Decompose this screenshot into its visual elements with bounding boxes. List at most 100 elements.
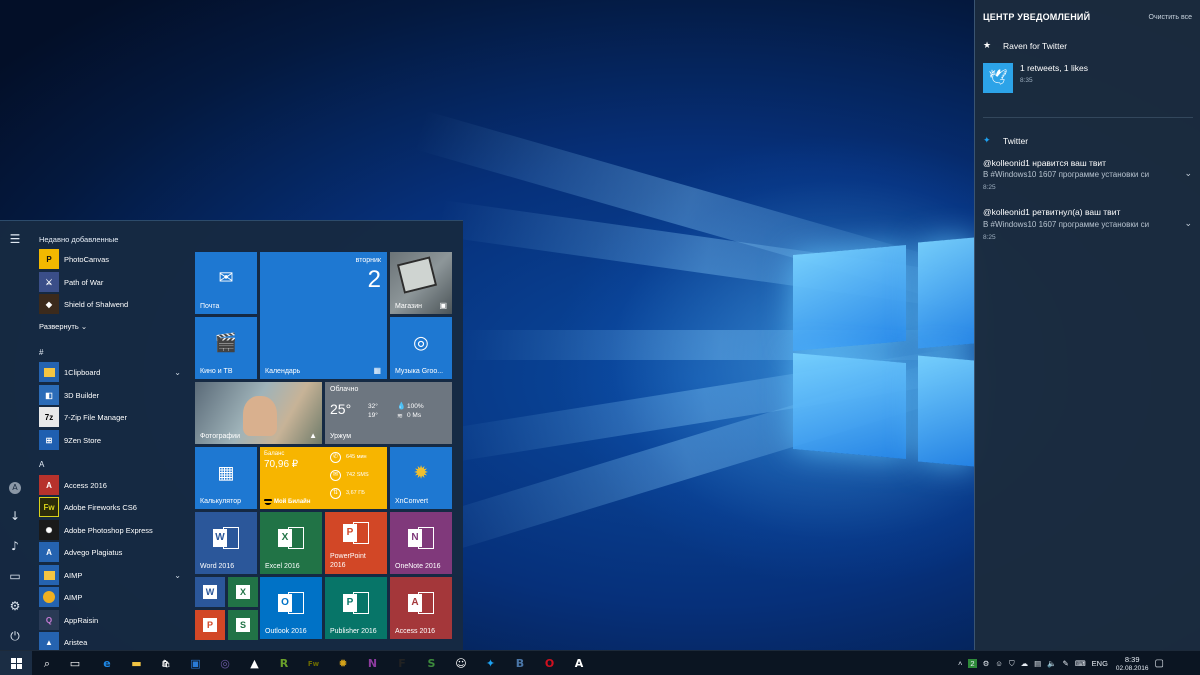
notification-text[interactable]: @kolleonid1 ретвитнул(а) ваш твит: [983, 207, 1120, 217]
start-left-rail: ☰ A ↓ ♪ ▭ ⚙ ⏻: [0, 221, 30, 651]
tile-mini-sway[interactable]: S: [228, 610, 258, 640]
expand-button[interactable]: Развернуть ⌄: [39, 322, 87, 331]
tile-mini-excel[interactable]: X: [228, 577, 258, 607]
store-photo: [396, 256, 438, 294]
language-indicator[interactable]: ENG: [1092, 659, 1108, 668]
app-label: 1Clipboard: [64, 367, 101, 377]
list-item-7zip[interactable]: 7z 7-Zip File Manager: [39, 407, 187, 427]
tile-mini-word[interactable]: W: [195, 577, 225, 607]
taskbar-app-button[interactable]: ☺: [446, 651, 476, 675]
tile-my-beeline[interactable]: Баланс 70,96 ₽ ✆ 645 мин ✉ 742 SMS ⇅ 3,6…: [260, 447, 387, 509]
shield-icon: ◆: [39, 294, 59, 314]
section-letter[interactable]: A: [39, 460, 44, 469]
list-item-9zen-store[interactable]: ⊞ 9Zen Store: [39, 430, 187, 450]
chevron-down-icon[interactable]: ⌄: [1184, 218, 1192, 229]
power-icon[interactable]: ⏻: [4, 625, 26, 647]
list-item-access[interactable]: A Access 2016: [39, 475, 187, 495]
smiley-icon[interactable]: ☺: [995, 659, 1003, 668]
notification-group-header[interactable]: ★ Raven for Twitter: [983, 41, 1067, 51]
network-icon[interactable]: ▤: [1034, 659, 1041, 668]
access-icon: A: [408, 592, 434, 615]
keyboard-icon[interactable]: ⌨: [1075, 659, 1086, 668]
notification-group-header[interactable]: ✦ Twitter: [983, 136, 1028, 146]
taskbar-app-button[interactable]: ▣: [181, 651, 211, 675]
chevron-down-icon[interactable]: ⌄: [174, 571, 181, 580]
chevron-down-icon[interactable]: ⌄: [1184, 168, 1192, 179]
tile-calculator[interactable]: ▦ Калькулятор: [195, 447, 257, 509]
tile-mini-powerpoint[interactable]: P: [195, 610, 225, 640]
list-item-appraisin[interactable]: Q AppRaisin: [39, 610, 187, 630]
pictures-folder-icon[interactable]: ▭: [4, 565, 26, 587]
tile-access[interactable]: A Access 2016: [390, 577, 452, 639]
tile-word[interactable]: W Word 2016: [195, 512, 257, 574]
list-item-aimp-folder[interactable]: AIMP ⌄: [39, 565, 187, 585]
notification-text[interactable]: @kolleonid1 нравится ваш твит: [983, 158, 1106, 168]
tile-excel[interactable]: X Excel 2016: [260, 512, 322, 574]
shield-icon[interactable]: ⛉: [1009, 659, 1015, 669]
app-label: 7-Zip File Manager: [64, 412, 127, 422]
volume-icon[interactable]: 🔈: [1047, 659, 1056, 668]
store-icon: 🛍: [161, 659, 171, 668]
taskbar-app-button[interactable]: ◎: [210, 651, 240, 675]
list-item-path-of-war[interactable]: ⚔ Path of War: [39, 272, 187, 292]
list-item-shield-of-shalwend[interactable]: ◆ Shield of Shalwend: [39, 294, 187, 314]
chevron-down-icon[interactable]: ⌄: [174, 368, 181, 377]
list-item-advego[interactable]: A Advego Plagiatus: [39, 542, 187, 562]
task-view-icon[interactable]: ▭: [60, 651, 90, 675]
list-item-photoshop-express[interactable]: ✺ Adobe Photoshop Express: [39, 520, 187, 540]
tile-movies[interactable]: 🎬 Кино и ТВ: [195, 317, 257, 379]
taskbar-app-button[interactable]: A: [564, 651, 594, 675]
tile-store[interactable]: Магазин ▣: [390, 252, 452, 314]
tile-powerpoint[interactable]: P PowerPoint 2016: [325, 512, 387, 574]
downloads-icon[interactable]: ↓: [4, 505, 26, 527]
list-item-photocanvas[interactable]: P PhotoCanvas: [39, 249, 187, 269]
tile-publisher[interactable]: P Publisher 2016: [325, 577, 387, 639]
pen-icon[interactable]: ✎: [1063, 659, 1069, 668]
notifications-icon[interactable]: ▢: [1154, 658, 1163, 669]
taskbar-app-button[interactable]: Fw: [299, 651, 329, 675]
search-icon[interactable]: ⌕: [32, 651, 62, 675]
taskbar-app-button[interactable]: N: [358, 651, 388, 675]
taskbar-app-button[interactable]: e: [92, 651, 122, 675]
clear-all-button[interactable]: Очистить все: [1149, 14, 1192, 21]
user-avatar-icon[interactable]: A: [4, 475, 26, 497]
tile-weather[interactable]: Облачно 25° 32° 19° 💧 100% ≋ 0 Ms Уржум: [325, 382, 452, 444]
list-item-fireworks[interactable]: Fw Adobe Fireworks CS6: [39, 497, 187, 517]
tray-app-icon[interactable]: ⚙: [983, 659, 990, 668]
tile-onenote[interactable]: N OneNote 2016: [390, 512, 452, 574]
tray-badge[interactable]: 2: [968, 659, 977, 668]
sway-icon: S: [236, 618, 250, 632]
clock[interactable]: 8:39 02.08.2016: [1116, 655, 1149, 673]
weather-high: 32°: [368, 403, 378, 410]
notification-text[interactable]: 1 retweets, 1 likes: [1020, 63, 1088, 73]
cloud-icon[interactable]: ☁: [1021, 659, 1029, 668]
section-letter[interactable]: #: [39, 348, 43, 357]
taskbar-app-button[interactable]: ✦: [476, 651, 506, 675]
tile-groove-music[interactable]: ◎ Музыка Groo...: [390, 317, 452, 379]
tile-calendar[interactable]: вторник 2 Календарь ▦: [260, 252, 387, 379]
music-folder-icon[interactable]: ♪: [4, 535, 26, 557]
taskbar-app-button[interactable]: ✹: [328, 651, 358, 675]
list-item-aristea[interactable]: ▲ Aristea: [39, 632, 187, 652]
start-button[interactable]: [0, 651, 32, 675]
list-item-aimp[interactable]: AIMP: [39, 587, 187, 607]
chevron-up-icon[interactable]: ˄: [958, 659, 962, 668]
list-item-3d-builder[interactable]: ◧ 3D Builder: [39, 385, 187, 405]
tile-photos[interactable]: Фотографии ▲: [195, 382, 322, 444]
settings-gear-icon[interactable]: ⚙: [4, 595, 26, 617]
hamburger-menu-icon[interactable]: ☰: [4, 228, 26, 250]
tile-mail[interactable]: ✉ Почта: [195, 252, 257, 314]
taskbar-app-button[interactable]: O: [535, 651, 565, 675]
edge-icon: e: [103, 657, 111, 670]
taskbar-app-button[interactable]: ▬: [122, 651, 152, 675]
taskbar-app-button[interactable]: 🛍: [151, 651, 181, 675]
taskbar-app-button[interactable]: S: [417, 651, 447, 675]
taskbar-app-button[interactable]: B: [505, 651, 535, 675]
taskbar-app-button[interactable]: R: [269, 651, 299, 675]
list-item-1clipboard[interactable]: 1Clipboard ⌄: [39, 362, 187, 382]
taskbar-app-button[interactable]: F: [387, 651, 417, 675]
app-label: AIMP: [64, 592, 83, 602]
tile-outlook[interactable]: O Outlook 2016: [260, 577, 322, 639]
tile-xnconvert[interactable]: ✹ XnConvert: [390, 447, 452, 509]
taskbar-app-button[interactable]: ▲: [240, 651, 270, 675]
